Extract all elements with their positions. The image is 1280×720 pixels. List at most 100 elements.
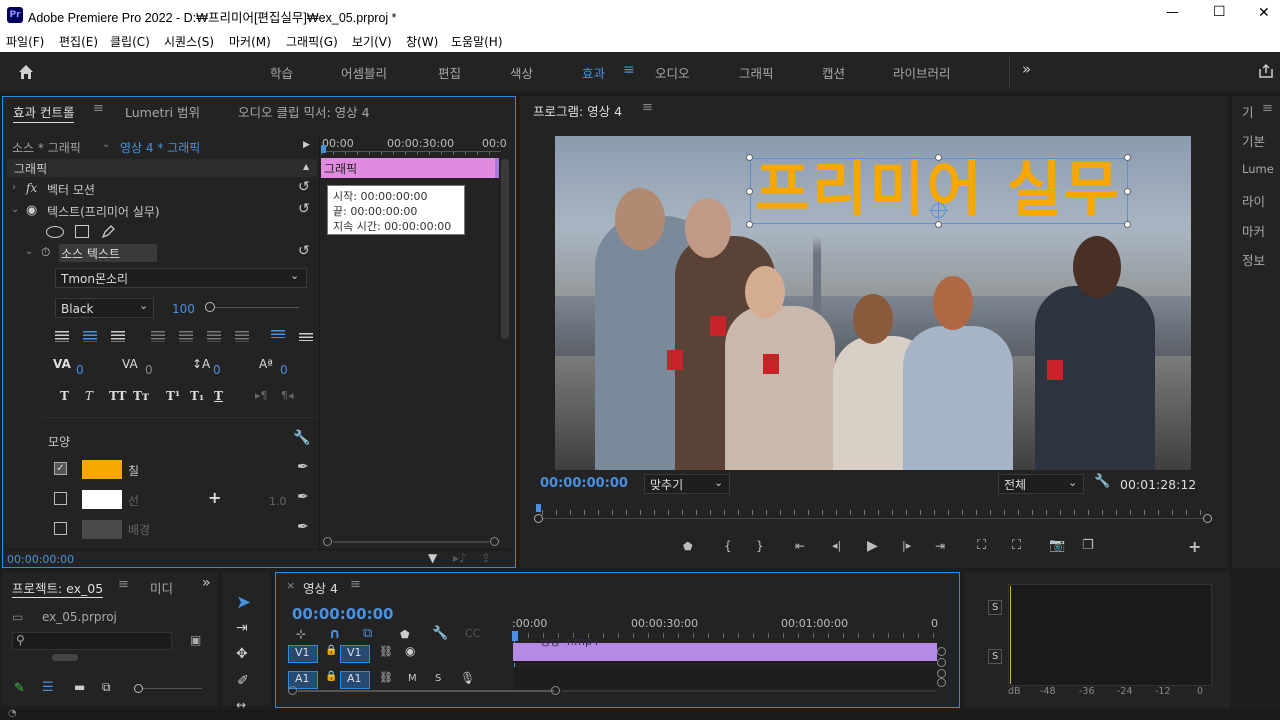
tl-a-scroll-handle[interactable] [937, 669, 946, 678]
panel-tab-libraries[interactable]: 라이 [1242, 191, 1265, 210]
reset-icon[interactable]: ↺ [298, 179, 310, 195]
panel-menu-icon[interactable]: ≡ [93, 101, 104, 116]
leading-icon[interactable]: ↕A [192, 357, 210, 371]
menu-clip[interactable]: 클립(C) [110, 33, 150, 50]
kerning-icon[interactable]: VA [53, 357, 71, 371]
go-to-in-button[interactable]: ⇤ [795, 539, 805, 553]
scrub-bar[interactable] [534, 504, 1212, 523]
justify-right-icon[interactable] [207, 331, 221, 342]
sync-lock-icon[interactable]: ⛓ [379, 645, 393, 658]
menu-graphics[interactable]: 그래픽(G) [286, 33, 338, 50]
lock-icon[interactable]: 🔒 [325, 671, 337, 682]
chevron-down-icon[interactable]: ⌄ [290, 269, 299, 282]
lift-button[interactable]: ⛶ [977, 538, 986, 553]
sequence-clip-label[interactable]: 영상 4 * 그래픽 [120, 139, 200, 156]
zoom-slider-handle[interactable] [134, 684, 143, 693]
baseline-value[interactable]: 0 [280, 363, 288, 377]
track-select-tool-icon[interactable]: ⇥ [236, 620, 248, 636]
eyedropper-icon[interactable]: ✒ [297, 459, 309, 475]
close-button[interactable]: ✕ [1258, 5, 1270, 21]
fill-checkbox[interactable]: ✓ [54, 462, 67, 475]
transform-handle[interactable] [1124, 154, 1131, 161]
minimize-button[interactable]: — [1166, 5, 1179, 20]
background-color-swatch[interactable] [82, 520, 122, 539]
stroke-checkbox[interactable] [54, 492, 67, 505]
rtl-icon[interactable]: ¶◂ [281, 389, 294, 402]
leading-value[interactable]: 0 [213, 363, 221, 377]
close-tab-icon[interactable]: × [286, 579, 295, 592]
panel-tab-markers[interactable]: 마커 [1242, 221, 1265, 240]
transform-handle[interactable] [746, 188, 753, 195]
kerning-value[interactable]: 0 [76, 363, 84, 377]
justify-all-icon[interactable] [235, 331, 249, 342]
small-caps-icon[interactable]: Tᴛ [133, 389, 149, 403]
tab-effect-controls[interactable]: 효과 컨트롤 [13, 102, 75, 123]
workspace-tab-assembly[interactable]: 어셈블리 [341, 63, 387, 82]
collapse-chevron-icon[interactable]: ⌄ [25, 246, 33, 257]
chevron-down-icon[interactable]: ⌄ [1068, 476, 1077, 489]
timeline-settings-icon[interactable]: 🔧 [432, 626, 448, 641]
subscript-icon[interactable]: T₁ [190, 389, 204, 403]
eye-icon[interactable]: ◉ [26, 203, 37, 218]
anchor-point-icon[interactable] [929, 201, 948, 220]
tl-v-scroll-handle[interactable] [937, 647, 946, 656]
transform-handle[interactable] [1124, 188, 1131, 195]
baseline-icon[interactable]: Aª [259, 357, 273, 371]
add-marker-icon[interactable]: ⬟ [400, 628, 410, 641]
settings-wrench-icon[interactable]: 🔧 [1094, 474, 1110, 489]
transform-handle[interactable] [935, 221, 942, 228]
tl-playhead[interactable] [512, 631, 518, 641]
freeform-view-icon[interactable]: ⧉ [102, 680, 111, 695]
video-frame[interactable]: 프리미어 실무 [555, 136, 1191, 470]
razor-tool-icon[interactable]: ✐ [237, 673, 249, 689]
scrub-right-handle[interactable] [1203, 514, 1212, 523]
rectangle-mask-icon[interactable] [75, 225, 89, 238]
tl-hscroll[interactable] [288, 685, 938, 697]
menu-marker[interactable]: 마커(M) [229, 33, 271, 50]
play-triangle-icon[interactable]: ▶ [303, 140, 310, 150]
tab-media-browser[interactable]: 미디 [150, 578, 173, 597]
scrub-playhead[interactable] [536, 504, 541, 512]
add-button[interactable]: + [1188, 537, 1201, 556]
snap-icon[interactable]: ∩ [329, 626, 340, 642]
workspace-tab-edit[interactable]: 편집 [438, 63, 461, 82]
timeline-sequence-tab[interactable]: 영상 4 [303, 578, 338, 597]
align-middle-icon[interactable] [299, 333, 313, 341]
font-size-slider-handle[interactable] [205, 302, 215, 312]
tl-v-scroll-handle[interactable] [937, 658, 946, 667]
export-icon[interactable]: ⇪ [481, 551, 491, 565]
menu-file[interactable]: 파일(F) [6, 33, 44, 50]
icon-view-icon[interactable]: ▬ [74, 680, 85, 694]
menu-window[interactable]: 창(W) [406, 33, 438, 50]
transform-handle[interactable] [935, 154, 942, 161]
ripple-edit-tool-icon[interactable]: ✥ [236, 646, 248, 662]
workspace-tab-libraries[interactable]: 라이브러리 [893, 63, 951, 82]
faux-bold-icon[interactable]: T [60, 389, 69, 403]
expand-chevron-icon[interactable]: › [12, 182, 16, 193]
list-view-icon[interactable]: ☰ [42, 680, 54, 695]
tab-lumetri-scopes[interactable]: Lumetri 범위 [125, 102, 200, 121]
mark-in-button[interactable]: { [724, 539, 732, 553]
background-checkbox[interactable] [54, 522, 67, 535]
menu-sequence[interactable]: 시퀀스(S) [164, 33, 214, 50]
play-button[interactable]: ▶ [867, 538, 878, 554]
solo-left-button[interactable]: S [988, 600, 1003, 615]
panel-menu-icon[interactable]: ≡ [1262, 101, 1273, 116]
lock-icon[interactable]: 🔒 [325, 645, 337, 656]
ec-hscroll[interactable] [323, 537, 499, 547]
tl-a-scroll-handle[interactable] [937, 678, 946, 687]
tab-project[interactable]: 프로젝트: ex_05 [12, 578, 104, 598]
scrub-left-handle[interactable] [534, 514, 543, 523]
play-audio-icon[interactable]: ▸♪ [453, 551, 467, 565]
stroke-width-value[interactable]: 1.0 [269, 495, 287, 508]
wrench-icon[interactable]: 🔧 [293, 430, 310, 446]
ellipse-mask-icon[interactable] [46, 226, 64, 238]
more-panels-button[interactable]: » [202, 575, 211, 591]
filter-icon[interactable]: ▼ [428, 551, 437, 565]
font-size-value[interactable]: 100 [172, 302, 195, 316]
extract-button[interactable]: ⛶ [1012, 538, 1021, 553]
program-monitor-title[interactable]: 프로그램: 영상 4 [533, 101, 622, 120]
align-right-icon[interactable] [111, 331, 125, 342]
tab-audio-clip-mixer[interactable]: 오디오 클립 믹서: 영상 4 [238, 102, 370, 121]
fill-color-swatch[interactable] [82, 460, 122, 479]
